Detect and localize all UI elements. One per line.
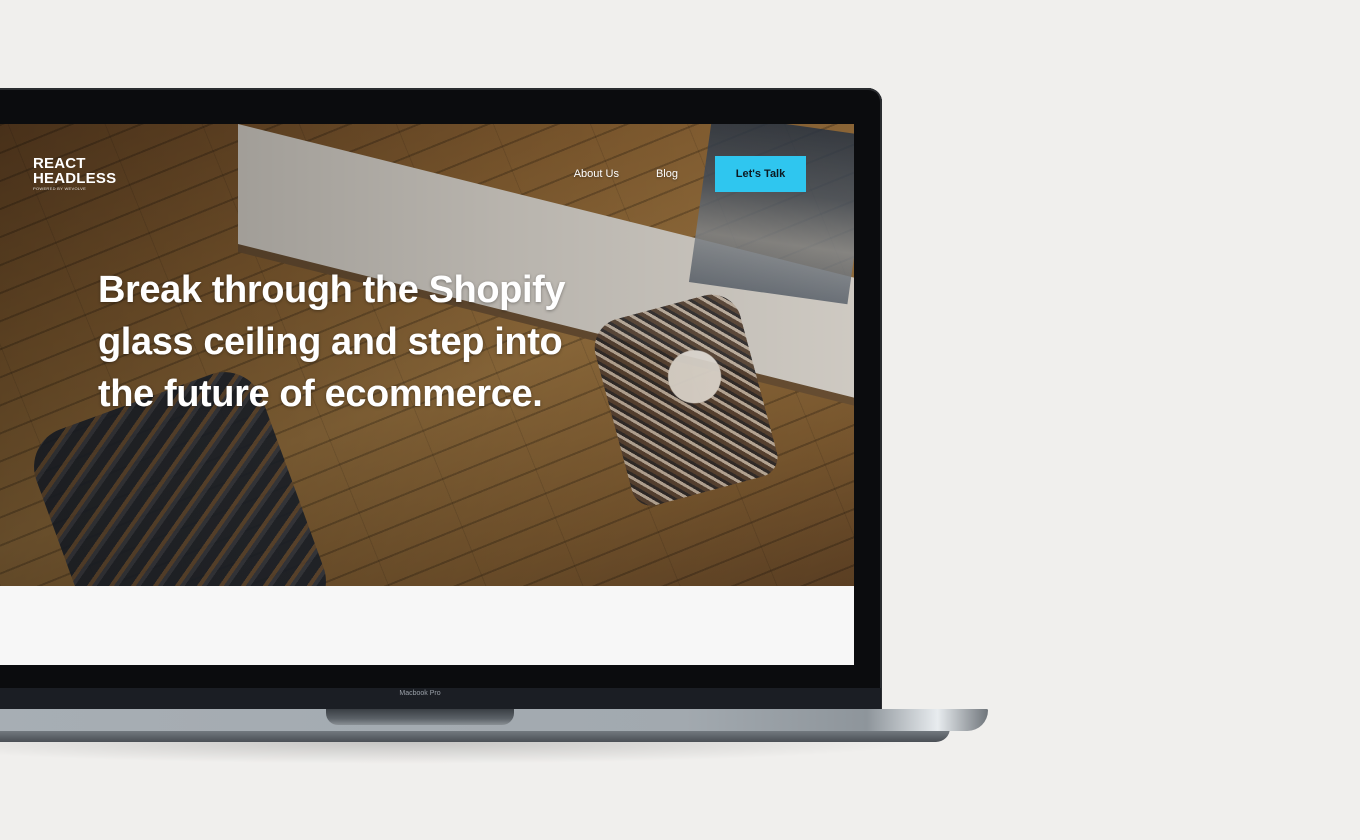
nav-link-blog[interactable]: Blog (656, 168, 678, 180)
nav-link-about-us[interactable]: About Us (574, 168, 619, 180)
mockup-stage: Macbook Pro REACT HEADLESS POWERED BY WE… (0, 0, 1360, 840)
main-nav: About Us Blog Let's Talk (574, 156, 806, 192)
laptop-screen: REACT HEADLESS POWERED BY WEVOLVE About … (0, 124, 854, 665)
site-logo[interactable]: REACT HEADLESS POWERED BY WEVOLVE (33, 156, 116, 192)
logo-line-1: REACT (33, 155, 86, 172)
lets-talk-button[interactable]: Let's Talk (715, 156, 806, 192)
laptop-model-label: Macbook Pro (399, 690, 441, 697)
logo-tagline: POWERED BY WEVOLVE (33, 186, 87, 191)
logo-line-2: HEADLESS (33, 170, 117, 187)
hero-headline: Break through the Shopify glass ceiling … (98, 269, 566, 415)
hero-section: REACT HEADLESS POWERED BY WEVOLVE About … (0, 124, 854, 586)
laptop-shadow (0, 742, 920, 764)
laptop-notch (326, 709, 514, 725)
content-section (0, 586, 854, 665)
